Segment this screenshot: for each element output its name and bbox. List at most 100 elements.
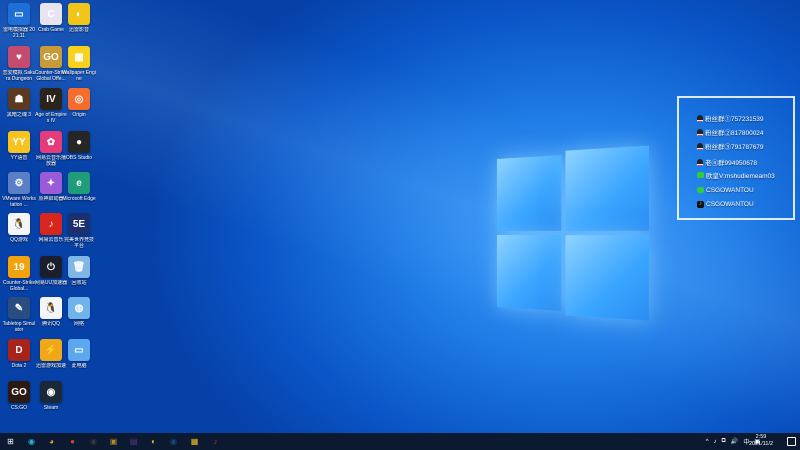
network-icon: ◍	[68, 297, 90, 319]
genshin-icon: ✦	[40, 172, 62, 194]
windows-logo-pane	[497, 155, 562, 231]
chrome-edge-icon[interactable]: ◉	[26, 436, 37, 447]
aoe4-icon: IV	[40, 88, 62, 110]
desktop-icon-label: 恋爱模拟 Sakura Dungeon	[2, 70, 36, 82]
desktop-icon[interactable]: 19 Counter-Strike Global...	[2, 256, 36, 298]
qq-penguin-icon	[697, 128, 703, 136]
red-app-icon[interactable]: ●	[67, 436, 78, 447]
monitor-icon: ▭	[8, 3, 30, 25]
fan-panel-text: 粉丝群①757231539	[705, 116, 764, 123]
desktop-icon[interactable]: D Dota 2	[2, 339, 36, 381]
desktop-icon[interactable]: ⚙ VMware Workstation ...	[2, 172, 36, 214]
desktop-icon[interactable]: ▭ 雷电模拟器 2021.11	[2, 3, 36, 45]
desktop-icon-label: CS:GO	[10, 405, 28, 411]
desktop-icon-label: 此电脑	[71, 363, 87, 369]
desktop-icon-label: 回收站	[71, 280, 87, 286]
souls-game-icon: ☗	[8, 88, 30, 110]
fan-panel-text: 欧皇V:mshudiemeam03	[706, 173, 775, 180]
edge-icon: e	[68, 172, 90, 194]
fan-group-panel: 粉丝群①757231539 粉丝群②817800024 粉丝群③791787679 老…	[677, 96, 795, 220]
desktop-icon[interactable]: ● OBS Studio	[62, 131, 96, 173]
yy-icon: YY	[8, 131, 30, 153]
csgo-icon: GO	[40, 46, 62, 68]
windows-start-icon[interactable]: ⊞	[5, 436, 16, 447]
steam-icon[interactable]: ◉	[168, 436, 179, 447]
clock-date: 2021/11/2	[748, 441, 774, 447]
desktop-icon[interactable]: ▦ Wallpaper Engine	[62, 46, 96, 88]
desktop-icon[interactable]: ◐ 迅雷影音	[62, 3, 96, 45]
windows-logo	[497, 145, 649, 321]
computer-icon: ▭	[68, 339, 90, 361]
fan-panel-text: 粉丝群③791787679	[705, 144, 764, 151]
audio-device-icon[interactable]: ♪	[714, 439, 717, 445]
fan-panel-row: 老④群994950678	[697, 157, 757, 167]
desktop-icon-label: Tabletop Simulator	[2, 321, 36, 333]
desktop-icon-label: Counter-Strike Global...	[2, 280, 36, 292]
desktop-icon-label: 雷电模拟器 2021.11	[3, 27, 35, 39]
gallery-icon[interactable]: ▦	[189, 436, 200, 447]
desktop-icon-label: YY语音	[10, 155, 28, 161]
xunlei-icon[interactable]: ◐	[148, 436, 159, 447]
desktop-icon-label: Origin	[72, 112, 86, 118]
fan-panel-row: 粉丝群①757231539	[697, 113, 764, 123]
desktop-icon-label: Microsoft Edge	[62, 196, 96, 202]
steam-icon: ◉	[40, 381, 62, 403]
window-switch-icon[interactable]: ⧉	[722, 438, 726, 445]
color-wheel-icon: ✿	[40, 131, 62, 153]
clock-time: 2:59	[755, 434, 767, 440]
anime-game-icon: ♥	[8, 46, 30, 68]
fan-panel-row: 粉丝群③791787679	[697, 141, 764, 151]
fan-panel-text: CSGOWANTOU	[706, 200, 754, 208]
desktop-icon[interactable]: ▭ 此电脑	[62, 339, 96, 381]
taskbar-clock[interactable]: 2:59 2021/11/2	[742, 434, 780, 448]
desktop-icon[interactable]: 5E 完美世界竞技平台	[62, 213, 96, 255]
obs-icon[interactable]: ◉	[88, 436, 99, 447]
desktop-icon[interactable]: 🐧 QQ游戏	[2, 213, 36, 255]
netease-icon[interactable]: ♪	[210, 436, 221, 447]
desktop-icon-label: 完美世界竞技平台	[63, 237, 94, 249]
desktop-icon[interactable]: e Microsoft Edge	[62, 172, 96, 214]
vmware-icon: ⚙	[8, 172, 30, 194]
desktop-icon-label: OBS Studio	[65, 155, 93, 161]
desktop-icon[interactable]: ◎ Origin	[62, 88, 96, 130]
fan-panel-row: CSGOWANTOU	[697, 185, 754, 195]
recycle-bin-icon: 🗑	[68, 256, 90, 278]
perfect-world-icon: 5E	[68, 213, 90, 235]
csgo-fan-icon: GO	[8, 381, 30, 403]
volume-icon[interactable]: 🔊	[731, 438, 738, 445]
steam-shortcut-icon: 19	[8, 256, 30, 278]
fan-panel-text: CSGOWANTOU	[706, 186, 754, 194]
lightning-icon: ⚡	[40, 339, 62, 361]
desktop-icon[interactable]: ♥ 恋爱模拟 Sakura Dungeon	[2, 46, 36, 88]
desktop: ▭ 雷电模拟器 2021.11 C Crab Game ◐ 迅雷影音 ♥ 恋爱模拟 Sakur…	[0, 0, 800, 433]
desktop-icon-label: Dota 2	[11, 363, 27, 369]
desktop-icon-label: VMware Workstation ...	[2, 196, 36, 208]
desktop-icon-label: Steam	[43, 405, 59, 411]
desktop-icon[interactable]: ◉ Steam	[34, 381, 68, 423]
fan-panel-row: 欧皇V:mshudiemeam03	[697, 170, 775, 180]
photo-icon[interactable]: ▣	[108, 436, 119, 447]
desktop-icon[interactable]: ✎ Tabletop Simulator	[2, 297, 36, 339]
dota-icon: D	[8, 339, 30, 361]
fan-panel-row: 粉丝群②817800024	[697, 127, 764, 137]
tiktok-icon: ♪	[697, 200, 704, 208]
desktop-icon[interactable]: GO CS:GO	[2, 381, 36, 423]
desktop-icon-label: 网络	[73, 321, 84, 327]
desktop-icon[interactable]: ☗ 黑暗之魂 3	[2, 88, 36, 130]
chrome-icon[interactable]: ◕	[46, 436, 57, 447]
purple-app-icon[interactable]: ▤	[128, 436, 139, 447]
desktop-icon-label: Wallpaper Engine	[62, 70, 96, 82]
show-hidden-icons-icon[interactable]: ^	[706, 439, 709, 445]
fan-panel-text: 粉丝群②817800024	[705, 130, 764, 137]
notification-icon[interactable]	[787, 437, 796, 446]
desktop-icon[interactable]: 🗑 回收站	[62, 256, 96, 298]
fan-panel-row: ♪ CSGOWANTOU	[697, 199, 754, 209]
obs-icon: ●	[68, 131, 90, 153]
desktop-icon[interactable]: YY YY语音	[2, 131, 36, 173]
qq-icon: 🐧	[40, 297, 62, 319]
desktop-icon-label: QQ游戏	[10, 237, 28, 243]
uu-booster-icon: ⏻	[40, 256, 62, 278]
desktop-icon[interactable]: ◍ 网络	[62, 297, 96, 339]
qq-penguin-icon	[697, 142, 703, 150]
windows-logo-pane	[497, 235, 562, 311]
